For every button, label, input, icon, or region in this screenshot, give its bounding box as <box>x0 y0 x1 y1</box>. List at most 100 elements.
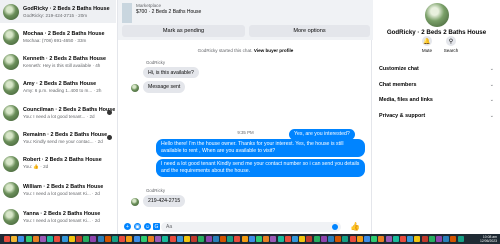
menu-media-files-links[interactable]: Media, files and links ⌄ <box>379 93 494 107</box>
taskbar-app-icon[interactable] <box>198 236 205 242</box>
taskbar-app-icon[interactable] <box>140 236 147 242</box>
outgoing-message: Hello there! I'm the house owner. Thanks… <box>156 139 365 157</box>
taskbar-app-icon[interactable] <box>407 236 414 242</box>
conversation-item[interactable]: Councilman · 2 Beds 2 Baths House You: I … <box>0 101 116 124</box>
conversation-item[interactable]: Mochaa · 2 Beds 2 Baths House Mochaa: (70… <box>0 25 116 48</box>
taskbar-app-icon[interactable] <box>119 236 126 242</box>
taskbar-app-icon[interactable] <box>392 236 399 242</box>
taskbar-app-icon[interactable] <box>220 236 226 242</box>
taskbar-app-icon[interactable] <box>104 236 111 242</box>
taskbar-app-icon[interactable] <box>18 236 25 242</box>
sender-avatar <box>131 198 139 206</box>
taskbar-app-icon[interactable] <box>248 236 255 242</box>
mute-button[interactable]: 🔔 Mute <box>417 36 437 53</box>
taskbar-app-icon[interactable] <box>371 236 378 242</box>
taskbar-app-icon[interactable] <box>299 236 306 242</box>
taskbar-app-icon[interactable] <box>176 236 183 242</box>
taskbar-app-icon[interactable] <box>112 236 118 242</box>
taskbar-app-icon[interactable] <box>277 236 284 242</box>
listing-title[interactable]: $700 · 2 Beds 2 Baths House <box>136 9 201 15</box>
taskbar-app-icon[interactable] <box>356 236 363 242</box>
incoming-message: Message sent <box>143 81 186 93</box>
conversation-name: Yanna · 2 Beds 2 Baths House <box>23 210 101 217</box>
chat-thread: Marketplace $700 · 2 Beds 2 Baths House … <box>117 0 373 234</box>
taskbar-app-icon[interactable] <box>378 236 385 242</box>
taskbar-app-icon[interactable] <box>76 236 82 242</box>
taskbar-app-icon[interactable] <box>212 236 219 242</box>
taskbar-app-icon[interactable] <box>364 236 370 242</box>
conversation-item[interactable]: Kenneth · 2 Beds 2 Baths House Kenneth: H… <box>0 50 116 73</box>
taskbar-app-icon[interactable] <box>385 236 392 242</box>
sender-avatar <box>131 84 139 92</box>
taskbar-app-icon[interactable] <box>421 236 428 242</box>
taskbar-app-icon[interactable] <box>428 236 435 242</box>
taskbar-app-icon[interactable] <box>162 236 169 242</box>
taskbar-app-icon[interactable] <box>400 236 406 242</box>
menu-chat-members[interactable]: Chat members ⌄ <box>379 78 494 92</box>
taskbar-app-icon[interactable] <box>47 236 54 242</box>
taskbar-app-icon[interactable] <box>169 236 176 242</box>
thumbs-up-icon[interactable]: 👍 <box>350 222 360 231</box>
more-options-button[interactable]: More options <box>249 25 370 37</box>
taskbar-app-icon[interactable] <box>54 236 61 242</box>
view-buyer-profile-link[interactable]: View buyer profile <box>254 48 293 53</box>
taskbar-app-icon[interactable] <box>284 236 291 242</box>
gif-icon[interactable]: G <box>153 223 160 230</box>
conversation-item[interactable]: William · 2 Beds 2 Baths House You: I nee… <box>0 178 116 201</box>
taskbar-app-icon[interactable] <box>61 236 68 242</box>
taskbar-app-icon[interactable] <box>320 236 327 242</box>
taskbar-app-icon[interactable] <box>414 236 421 242</box>
taskbar-app-icon[interactable] <box>450 236 457 242</box>
taskbar-app-icon[interactable] <box>263 236 270 242</box>
taskbar-app-icon[interactable] <box>155 236 162 242</box>
conversation-item[interactable]: Amy · 2 Beds 2 Baths House Amy: 6 p.m. re… <box>0 75 116 98</box>
menu-customize-chat[interactable]: Customize chat ⌄ <box>379 62 494 76</box>
taskbar-clock[interactable]: 10:08 am 12/06/2023 <box>480 235 497 243</box>
taskbar-app-icon[interactable] <box>313 236 320 242</box>
taskbar-app-icon[interactable] <box>126 236 133 242</box>
taskbar-app-icon[interactable] <box>133 236 140 242</box>
message-input[interactable]: Aa <box>161 222 341 232</box>
taskbar-app-icon[interactable] <box>83 236 90 242</box>
taskbar-app-icon[interactable] <box>68 236 75 242</box>
conversation-name: William · 2 Beds 2 Baths House <box>23 183 104 190</box>
taskbar-app-icon[interactable] <box>97 236 104 242</box>
conversation-item[interactable]: Remainn · 2 Beds 2 Baths House You: Kindl… <box>0 126 116 149</box>
mark-pending-button[interactable]: Mark as pending <box>122 25 245 37</box>
taskbar-app-icon[interactable] <box>205 236 212 242</box>
taskbar-app-icon[interactable] <box>292 236 298 242</box>
search-button[interactable]: ⚲ Search <box>441 36 461 53</box>
sticker-icon[interactable]: ☺ <box>144 223 151 230</box>
taskbar-app-icon[interactable] <box>90 236 97 242</box>
taskbar-app-icon[interactable] <box>4 236 10 242</box>
taskbar-app-icon[interactable] <box>25 236 32 242</box>
taskbar-app-icon[interactable] <box>11 236 18 242</box>
conversation-item[interactable]: Robert · 2 Beds 2 Baths House You: 👍 · 2d <box>0 152 116 175</box>
taskbar-app-icon[interactable] <box>32 236 39 242</box>
listing-thumbnail[interactable] <box>122 3 132 23</box>
taskbar-app-icon[interactable] <box>270 236 277 242</box>
taskbar-app-icon[interactable] <box>256 236 262 242</box>
taskbar-app-icon[interactable] <box>241 236 248 242</box>
menu-privacy-support[interactable]: Privacy & support ⌄ <box>379 109 494 123</box>
emoji-icon[interactable] <box>332 224 338 230</box>
plus-icon[interactable]: + <box>124 223 131 230</box>
taskbar-app-icon[interactable] <box>328 236 334 242</box>
taskbar-app-icon[interactable] <box>227 236 234 242</box>
taskbar-app-icon[interactable] <box>457 236 464 242</box>
image-icon[interactable]: ▣ <box>134 223 141 230</box>
taskbar-app-icon[interactable] <box>184 236 190 242</box>
taskbar-app-icon[interactable] <box>349 236 356 242</box>
taskbar-app-icon[interactable] <box>148 236 154 242</box>
profile-avatar[interactable] <box>425 3 449 27</box>
conversation-item[interactable]: GodRicky · 2 Beds 2 Baths House GodRicky:… <box>0 0 116 23</box>
taskbar-app-icon[interactable] <box>342 236 349 242</box>
conversation-item[interactable]: Yanna · 2 Beds 2 Baths House You: I need … <box>0 205 116 228</box>
taskbar-app-icon[interactable] <box>40 236 46 242</box>
taskbar-app-icon[interactable] <box>335 236 342 242</box>
taskbar-app-icon[interactable] <box>436 236 442 242</box>
taskbar-app-icon[interactable] <box>306 236 313 242</box>
taskbar-app-icon[interactable] <box>234 236 241 242</box>
taskbar-app-icon[interactable] <box>191 236 198 242</box>
taskbar-app-icon[interactable] <box>443 236 450 242</box>
